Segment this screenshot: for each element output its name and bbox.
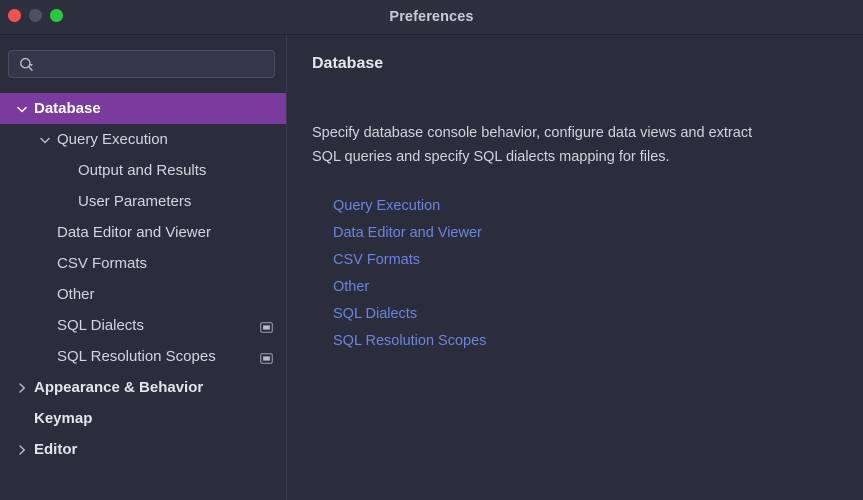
title-bar: Preferences — [0, 0, 863, 35]
project-scope-icon — [260, 351, 273, 362]
sidebar-item-user-parameters[interactable]: User Parameters — [0, 186, 287, 217]
content-link-query-execution[interactable]: Query Execution — [333, 193, 440, 220]
settings-tree: Database Query Execution Output and Result… — [0, 93, 287, 465]
sidebar-item-other[interactable]: Other — [0, 279, 287, 310]
sidebar-item-label: Output and Results — [78, 162, 206, 179]
sidebar-item-data-editor-and-viewer[interactable]: Data Editor and Viewer — [0, 217, 287, 248]
chevron-down-icon[interactable] — [15, 102, 29, 116]
section-link-list: Query ExecutionData Editor and ViewerCSV… — [333, 193, 486, 355]
project-scope-icon — [260, 320, 273, 331]
sidebar-item-label: Database — [34, 100, 101, 117]
sidebar-item-keymap[interactable]: Keymap — [0, 403, 287, 434]
content-link-other[interactable]: Other — [333, 274, 369, 301]
window-title: Preferences — [0, 0, 863, 35]
sidebar-item-label: CSV Formats — [57, 255, 147, 272]
sidebar-item-sql-dialects[interactable]: SQL Dialects — [0, 310, 287, 341]
search-icon — [18, 56, 36, 74]
sidebar-item-editor[interactable]: Editor — [0, 434, 287, 465]
chevron-right-icon[interactable] — [15, 381, 29, 395]
sidebar-item-label: Query Execution — [57, 131, 168, 148]
chevron-down-icon[interactable] — [38, 133, 52, 147]
settings-content-panel: Database Specify database console behavi… — [288, 35, 863, 500]
content-link-csv-formats[interactable]: CSV Formats — [333, 247, 420, 274]
page-title: Database — [312, 55, 383, 73]
sidebar-item-label: User Parameters — [78, 193, 191, 210]
content-link-sql-resolution-scopes[interactable]: SQL Resolution Scopes — [333, 328, 486, 355]
sidebar-item-sql-resolution-scopes[interactable]: SQL Resolution Scopes — [0, 341, 287, 372]
sidebar-item-label: Other — [57, 286, 95, 303]
sidebar-item-label: Appearance & Behavior — [34, 379, 203, 396]
preferences-window: Preferences Database Query Execution Outpu… — [0, 0, 863, 500]
sidebar-item-appearance-behavior[interactable]: Appearance & Behavior — [0, 372, 287, 403]
search-box[interactable] — [8, 50, 275, 78]
sidebar-item-label: SQL Dialects — [57, 317, 144, 334]
sidebar-item-output-and-results[interactable]: Output and Results — [0, 155, 287, 186]
sidebar-item-label: Editor — [34, 441, 77, 458]
settings-sidebar: Database Query Execution Output and Result… — [0, 35, 287, 500]
sidebar-item-label: Keymap — [34, 410, 92, 427]
page-description: Specify database console behavior, confi… — [312, 121, 863, 169]
search-field-wrapper — [8, 50, 275, 78]
content-link-sql-dialects[interactable]: SQL Dialects — [333, 301, 417, 328]
sidebar-item-query-execution[interactable]: Query Execution — [0, 124, 287, 155]
search-input[interactable] — [39, 51, 273, 79]
sidebar-item-label: Data Editor and Viewer — [57, 224, 211, 241]
chevron-right-icon[interactable] — [15, 443, 29, 457]
content-link-data-editor-and-viewer[interactable]: Data Editor and Viewer — [333, 220, 482, 247]
sidebar-item-csv-formats[interactable]: CSV Formats — [0, 248, 287, 279]
sidebar-item-database[interactable]: Database — [0, 93, 287, 124]
sidebar-item-label: SQL Resolution Scopes — [57, 348, 216, 365]
